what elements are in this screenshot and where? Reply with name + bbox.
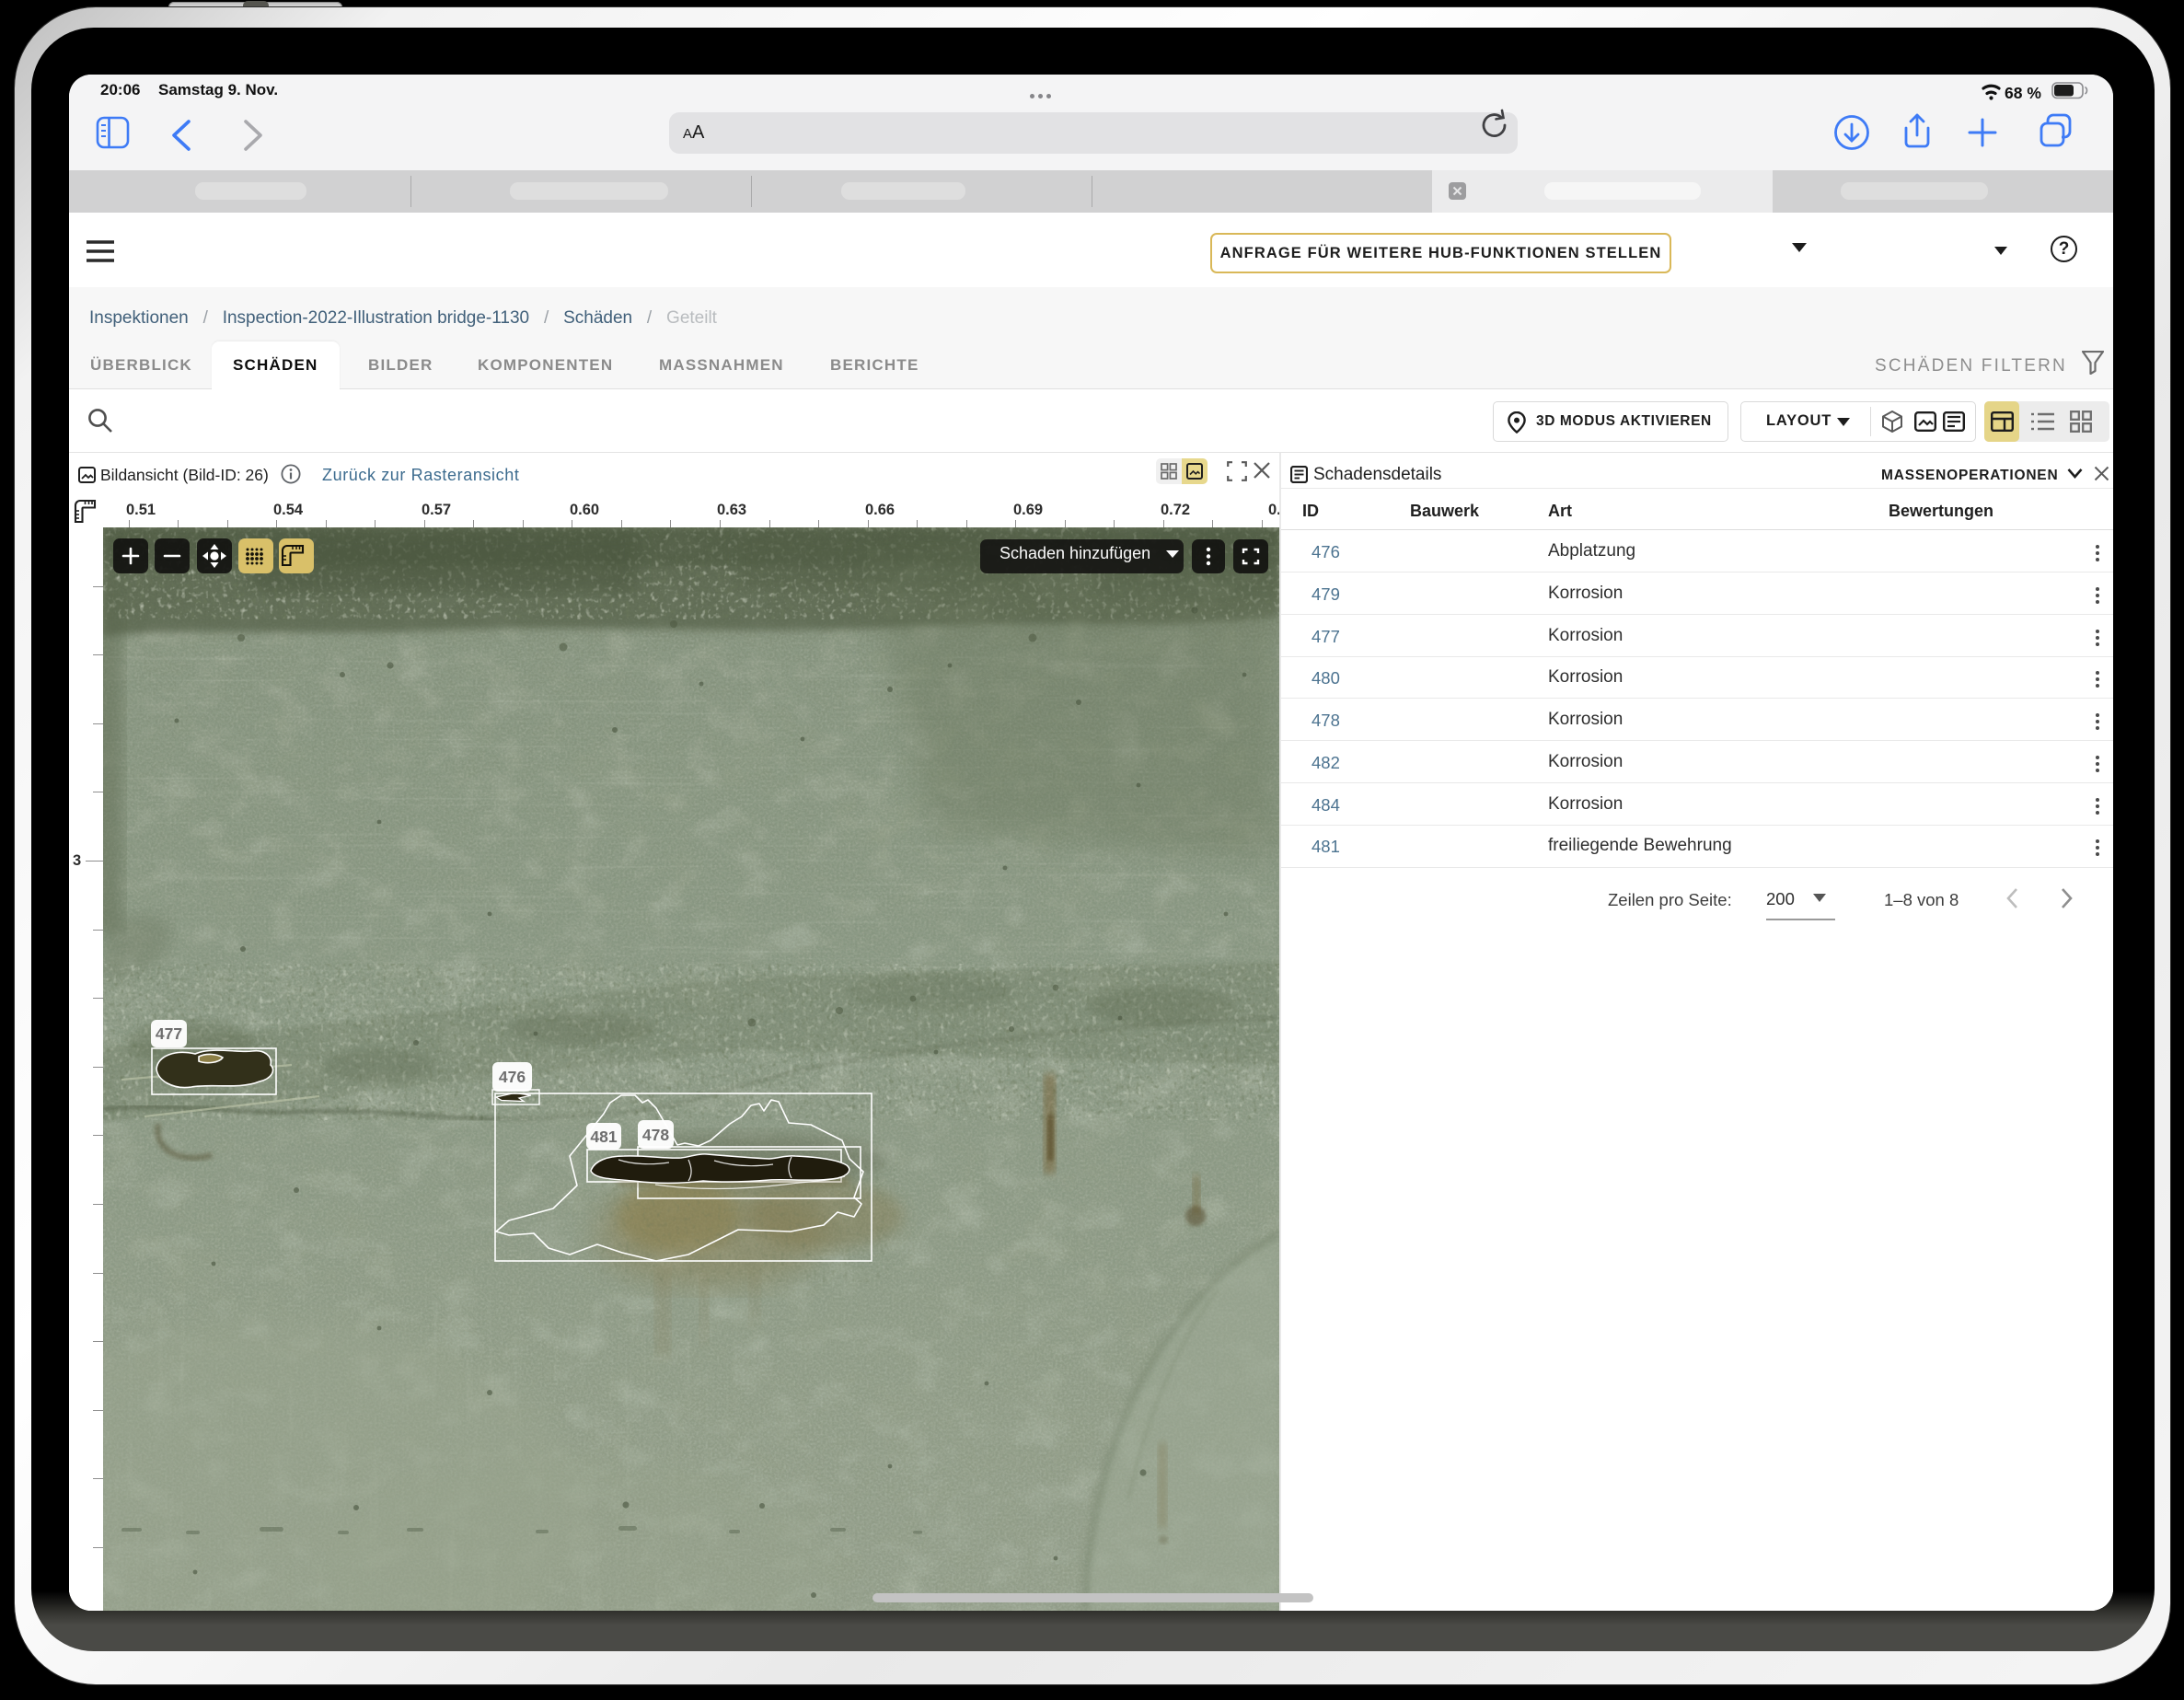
svg-text:476: 476	[499, 1068, 526, 1086]
svg-text:68 %: 68 %	[2005, 84, 2041, 102]
svg-text:477: 477	[156, 1024, 182, 1043]
svg-text:481: 481	[590, 1128, 617, 1146]
svg-text:478: 478	[642, 1126, 669, 1144]
